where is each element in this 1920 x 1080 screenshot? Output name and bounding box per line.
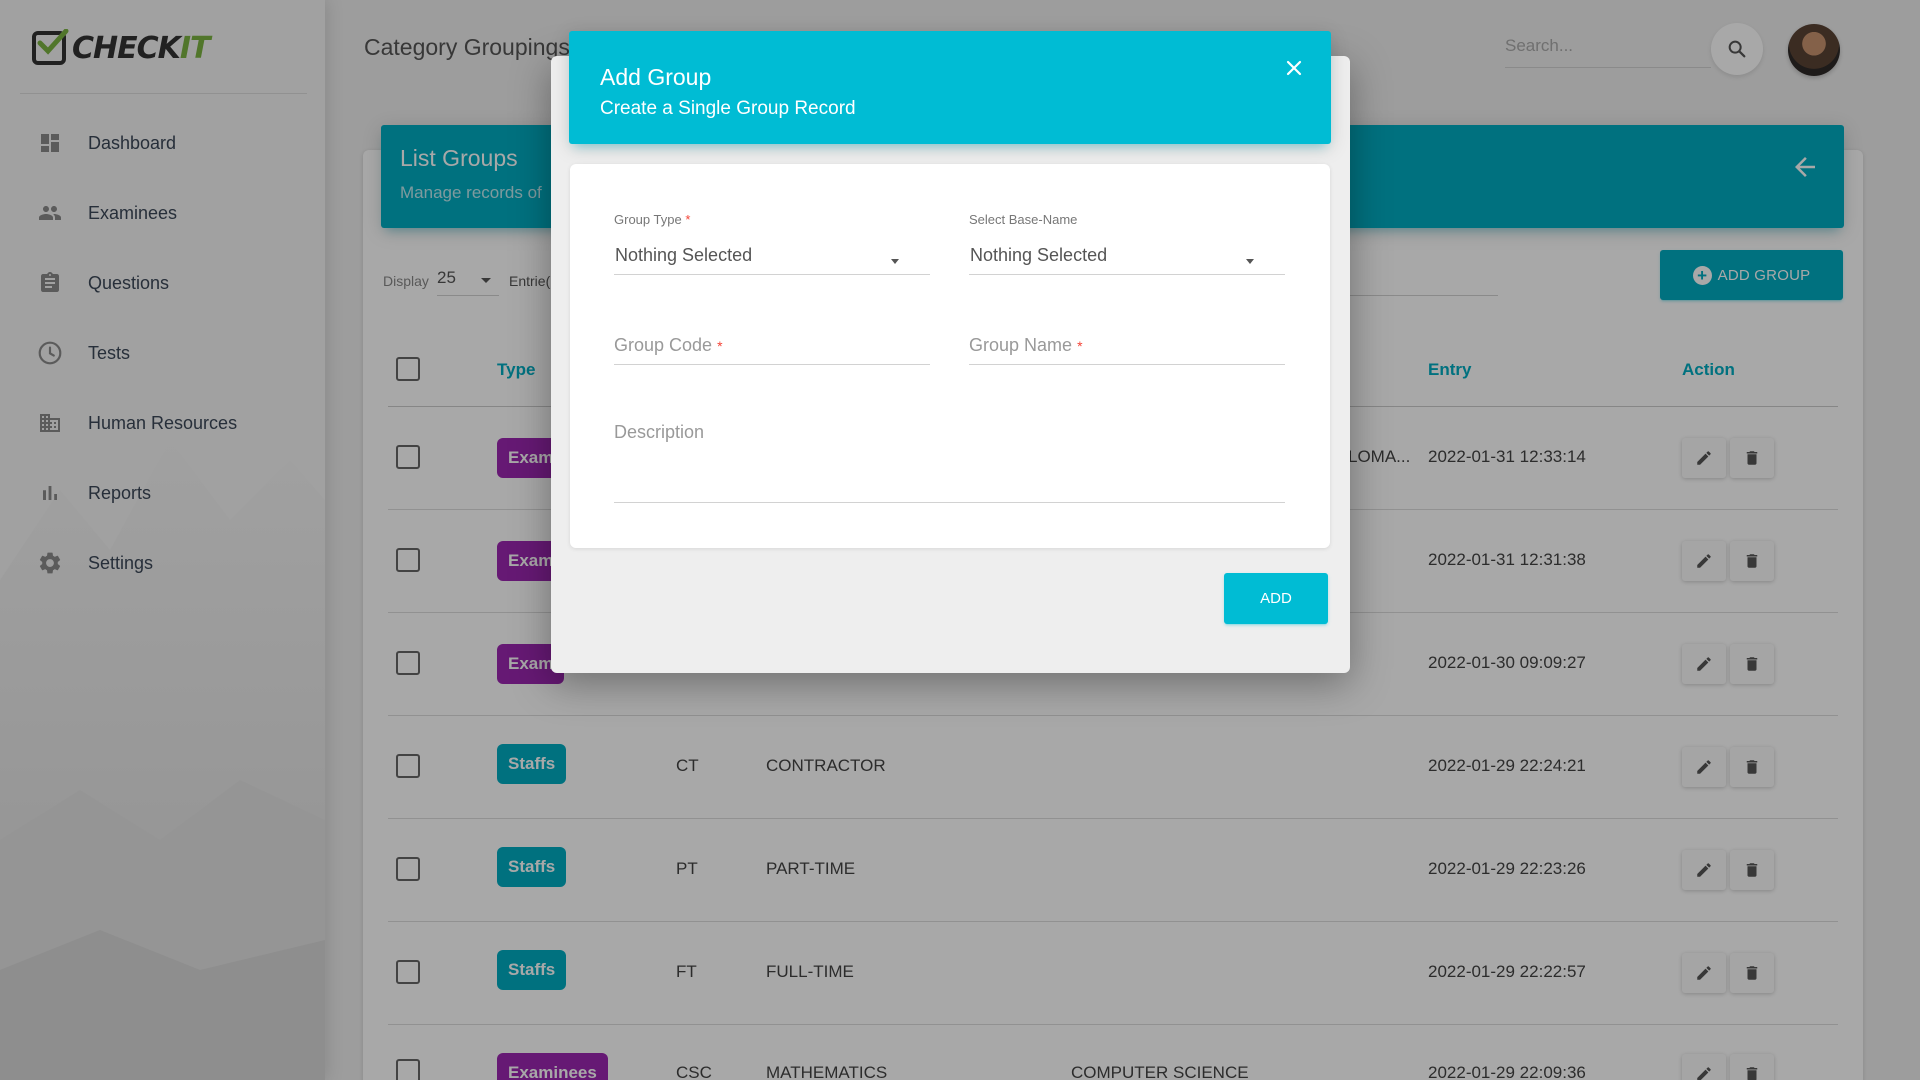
base-name-select[interactable]: Nothing Selected	[969, 241, 1285, 275]
group-type-value: Nothing Selected	[615, 245, 753, 265]
modal-title: Add Group	[600, 64, 712, 90]
group-type-select[interactable]: Nothing Selected	[614, 241, 930, 275]
required-mark: *	[717, 338, 723, 354]
group-name-field[interactable]: Group Name *	[969, 327, 1285, 365]
chevron-down-icon	[1246, 259, 1254, 264]
description-label: Description	[614, 422, 705, 442]
base-name-label: Select Base-Name	[969, 212, 1078, 227]
group-code-label: Group Code	[614, 335, 713, 355]
close-icon[interactable]	[1282, 56, 1306, 80]
add-button[interactable]: ADD	[1224, 573, 1328, 624]
modal-form: Group Type * Nothing Selected Select Bas…	[570, 164, 1330, 548]
base-name-value: Nothing Selected	[970, 245, 1108, 265]
group-type-label: Group Type *	[614, 212, 691, 227]
chevron-down-icon	[891, 259, 899, 264]
description-textarea[interactable]: Description	[614, 414, 1285, 503]
modal-header: Add Group Create a Single Group Record	[569, 31, 1331, 144]
group-code-field[interactable]: Group Code *	[614, 327, 930, 365]
group-name-label: Group Name	[969, 335, 1073, 355]
required-mark: *	[1077, 338, 1083, 354]
modal-subtitle: Create a Single Group Record	[600, 98, 856, 119]
